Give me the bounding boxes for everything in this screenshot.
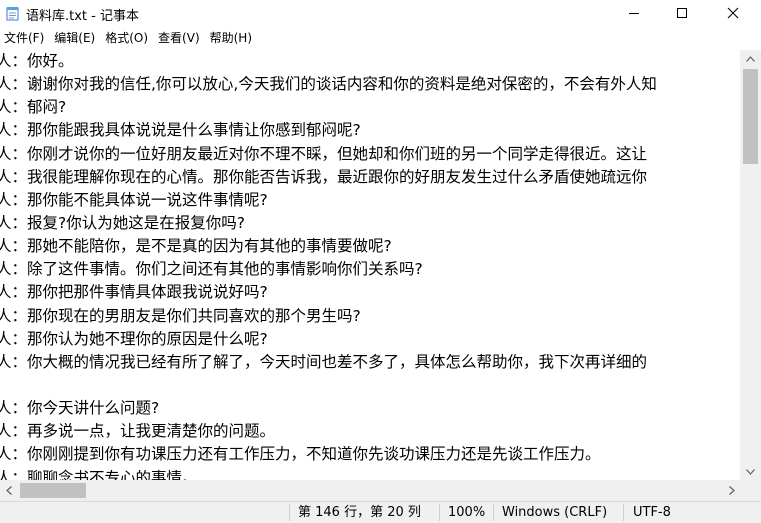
text-line: 人：那你把那件事情具体跟我说说好吗?: [0, 283, 268, 302]
text-line: 人：聊聊念书不专心的事情。: [0, 468, 198, 480]
text-line: 人：你刚刚提到你有功课压力还有工作压力，不知道你先谈功课压力还是先谈工作压力。: [0, 445, 601, 464]
menu-edit[interactable]: 编辑(E): [49, 26, 100, 50]
status-line-ending: Windows (CRLF): [502, 505, 608, 520]
scroll-up-button[interactable]: [740, 50, 761, 67]
status-bar: 第 146 行，第 20 列 100% Windows (CRLF) UTF-8: [0, 501, 761, 523]
close-icon: [727, 7, 739, 19]
vertical-scroll-thumb[interactable]: [743, 69, 758, 164]
scroll-down-arrow-icon: [746, 468, 755, 475]
status-encoding: UTF-8: [633, 505, 671, 520]
status-separator: [439, 504, 440, 521]
scroll-right-arrow-icon: [728, 486, 735, 495]
menu-help[interactable]: 帮助(H): [205, 26, 257, 50]
text-line: 人：那你能不能具体说一说这件事情呢?: [0, 190, 268, 209]
text-line: 人：那她不能陪你，是不是真的因为有其他的事情要做呢?: [0, 237, 392, 256]
minimize-button[interactable]: [611, 0, 657, 26]
menu-format[interactable]: 格式(O): [100, 26, 153, 50]
scrollbar-corner: [740, 480, 761, 501]
status-separator: [493, 504, 494, 521]
minimize-icon: [629, 13, 639, 14]
text-line: 人：那你认为她不理你的原因是什么呢?: [0, 329, 268, 348]
maximize-icon: [677, 8, 687, 18]
menu-bar: 文件(F) 编辑(E) 格式(O) 查看(V) 帮助(H): [0, 26, 761, 50]
text-editor[interactable]: 人：你好。 人：谢谢你对我的信任,你可以放心,今天我们的谈话内容和你的资料是绝对…: [0, 50, 740, 480]
notepad-window: 语料库.txt - 记事本 文件(F) 编辑(E) 格式(O) 查看(V) 帮助…: [0, 0, 761, 523]
text-line: 人：那你能跟我具体说说是什么事情让你感到郁闷呢?: [0, 121, 361, 140]
scroll-up-arrow-icon: [746, 55, 755, 62]
maximize-button[interactable]: [659, 0, 705, 26]
text-line: 人：再多说一点，让我更清楚你的问题。: [0, 422, 276, 441]
text-line: 人：你好。: [0, 52, 74, 70]
title-bar[interactable]: 语料库.txt - 记事本: [0, 0, 761, 26]
menu-file[interactable]: 文件(F): [0, 26, 49, 50]
scroll-down-button[interactable]: [740, 463, 761, 480]
close-button[interactable]: [710, 0, 756, 26]
vertical-scrollbar[interactable]: [740, 50, 761, 480]
status-cursor-position: 第 146 行，第 20 列: [298, 505, 421, 520]
text-line: 人：报复?你认为她这是在报复你吗?: [0, 213, 245, 232]
window-title: 语料库.txt - 记事本: [26, 9, 139, 24]
text-line: 人：除了这件事情。你们之间还有其他的事情影响你们关系吗?: [0, 260, 423, 279]
horizontal-scroll-thumb[interactable]: [20, 483, 86, 498]
scroll-left-button[interactable]: [0, 480, 17, 501]
text-line: 人：那你现在的男朋友是你们共同喜欢的那个男生吗?: [0, 306, 361, 325]
status-zoom: 100%: [448, 505, 486, 520]
status-separator: [289, 504, 290, 521]
notepad-icon: [6, 7, 19, 21]
text-line: 人：谢谢你对我的信任,你可以放心,今天我们的谈话内容和你的资料是绝对保密的，不会…: [0, 75, 657, 94]
scroll-right-button[interactable]: [723, 480, 740, 501]
text-line: 人：你今天讲什么问题?: [0, 399, 160, 418]
text-line: [0, 374, 740, 397]
text-line: 人：你刚才说你的一位好朋友最近对你不理不睬，但她却和你们班的另一个同学走得很近。…: [0, 144, 648, 163]
text-line: 人：我很能理解你现在的心情。那你能否告诉我，最近跟你的好朋友发生过什么矛盾使她疏…: [0, 167, 648, 186]
menu-view[interactable]: 查看(V): [153, 26, 205, 50]
status-separator: [623, 504, 624, 521]
text-line: 人：你大概的情况我已经有所了解了，今天时间也差不多了，具体怎么帮助你，我下次再详…: [0, 352, 648, 371]
scroll-left-arrow-icon: [5, 486, 12, 495]
text-line: 人：郁闷?: [0, 98, 67, 117]
horizontal-scrollbar[interactable]: [0, 480, 740, 501]
